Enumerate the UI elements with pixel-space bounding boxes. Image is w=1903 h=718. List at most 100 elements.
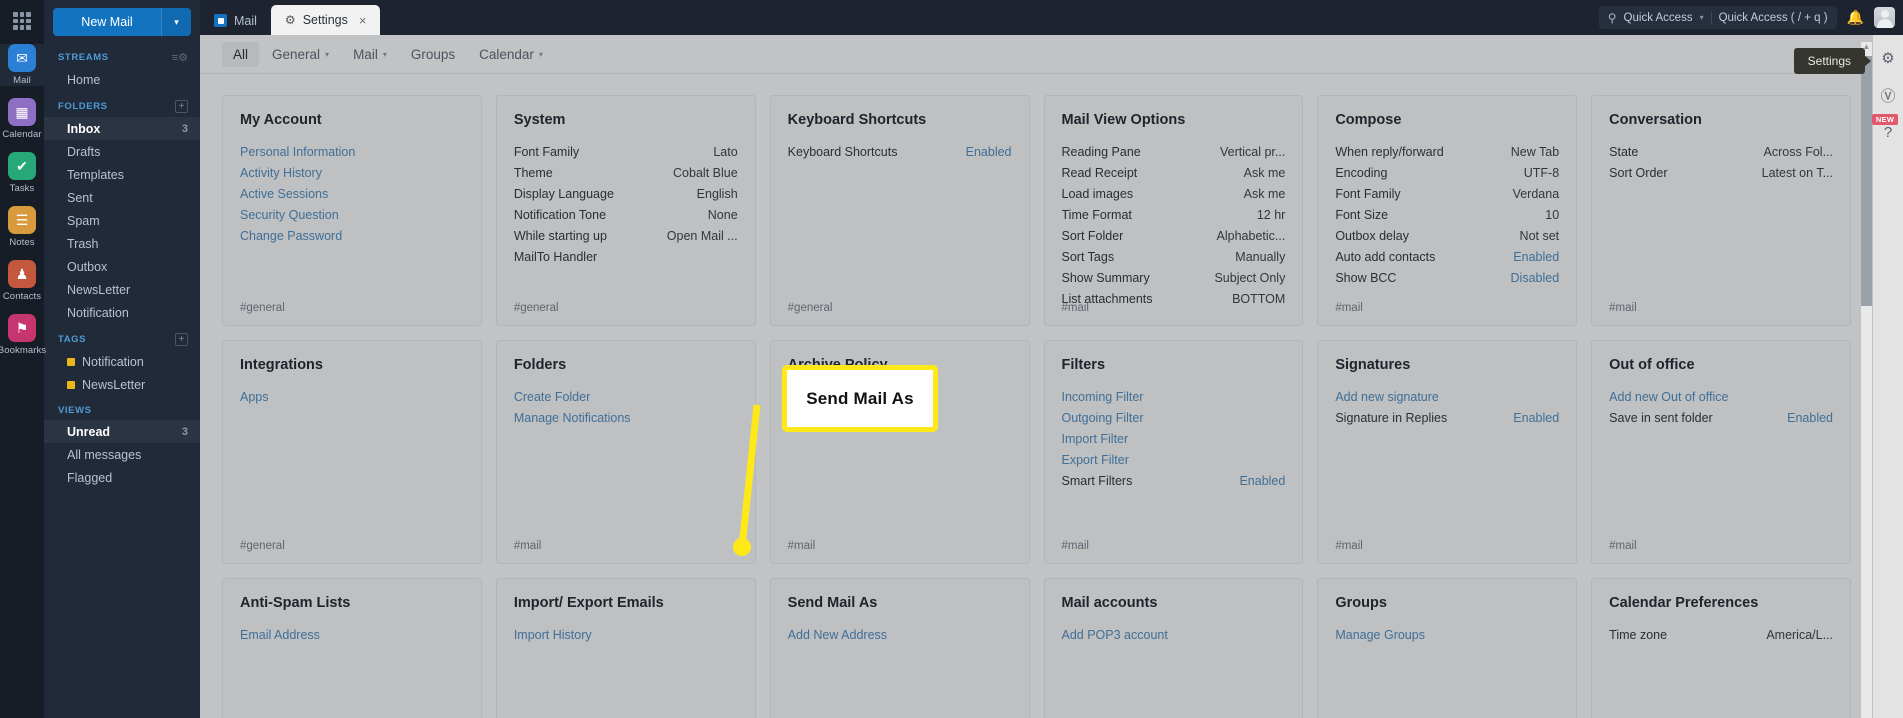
card-link[interactable]: Create Folder	[514, 390, 738, 404]
card-link[interactable]: Outgoing Filter	[1062, 411, 1286, 425]
card-setting-row[interactable]: Time Format 12 hr	[1062, 208, 1286, 222]
app-rail-item-contacts[interactable]: ♟ Contacts	[0, 260, 44, 302]
setting-value[interactable]: Enabled	[966, 145, 1012, 159]
sidebar-item-inbox[interactable]: Inbox 3	[44, 117, 200, 140]
card-setting-row[interactable]: Save in sent folder Enabled	[1609, 411, 1833, 425]
add-folder-icon[interactable]: +	[175, 100, 188, 113]
setting-value[interactable]: English	[697, 187, 738, 201]
sidebar-item-home[interactable]: Home	[44, 68, 200, 91]
setting-value[interactable]: America/L...	[1766, 628, 1833, 642]
settings-category-mail[interactable]: Mail ▾	[342, 42, 398, 67]
vivaldi-logo-icon[interactable]: Ⓥ	[1880, 85, 1895, 106]
setting-value[interactable]: Enabled	[1787, 411, 1833, 425]
setting-value[interactable]: Manually	[1235, 250, 1285, 264]
card-link[interactable]: Add new signature	[1335, 390, 1559, 404]
app-rail-item-mail[interactable]: ✉ Mail	[0, 44, 44, 86]
setting-value[interactable]: None	[708, 208, 738, 222]
notifications-bell-icon[interactable]: 🔔	[1847, 9, 1864, 26]
sidebar-item-sent[interactable]: Sent	[44, 186, 200, 209]
card-link[interactable]: Export Filter	[1062, 453, 1286, 467]
setting-value[interactable]: Lato	[713, 145, 737, 159]
card-link[interactable]: Email Address	[240, 628, 464, 642]
sidebar-item-all-messages[interactable]: All messages	[44, 443, 200, 466]
app-rail-item-calendar[interactable]: ▦ Calendar	[0, 98, 44, 140]
card-link[interactable]: Activity History	[240, 166, 464, 180]
card-setting-row[interactable]: Font Family Lato	[514, 145, 738, 159]
setting-value[interactable]: Across Fol...	[1764, 145, 1833, 159]
card-link[interactable]: Add POP3 account	[1062, 628, 1286, 642]
quick-access-button[interactable]: ⚲ Quick Access ▾ Quick Access ( / + q )	[1598, 6, 1837, 29]
card-setting-row[interactable]: List attachments BOTTOM	[1062, 292, 1286, 306]
filter-settings-icon[interactable]: ≡⚙	[172, 51, 188, 64]
card-setting-row[interactable]: Auto add contacts Enabled	[1335, 250, 1559, 264]
sidebar-item-outbox[interactable]: Outbox	[44, 255, 200, 278]
sidebar-item-newsletter[interactable]: NewsLetter	[44, 278, 200, 301]
setting-value[interactable]: Enabled	[1513, 411, 1559, 425]
app-rail-item-notes[interactable]: ☰ Notes	[0, 206, 44, 248]
scrollbar-thumb[interactable]	[1861, 56, 1872, 306]
card-setting-row[interactable]: Show BCC Disabled	[1335, 271, 1559, 285]
card-setting-row[interactable]: Smart Filters Enabled	[1062, 474, 1286, 488]
card-link[interactable]: Import History	[514, 628, 738, 642]
settings-category-groups[interactable]: Groups	[400, 42, 466, 67]
tab-mail[interactable]: Mail	[200, 6, 271, 35]
settings-category-calendar[interactable]: Calendar ▾	[468, 42, 554, 67]
sidebar-item-spam[interactable]: Spam	[44, 209, 200, 232]
settings-category-all[interactable]: All	[222, 41, 260, 67]
setting-value[interactable]: Cobalt Blue	[673, 166, 738, 180]
card-setting-row[interactable]: Signature in Replies Enabled	[1335, 411, 1559, 425]
card-link[interactable]: Active Sessions	[240, 187, 464, 201]
card-link[interactable]: Add New Address	[788, 628, 1012, 642]
card-setting-row[interactable]: Sort Folder Alphabetic...	[1062, 229, 1286, 243]
setting-value[interactable]: 12 hr	[1257, 208, 1286, 222]
card-setting-row[interactable]: Notification Tone None	[514, 208, 738, 222]
setting-value[interactable]: Not set	[1520, 229, 1560, 243]
card-setting-row[interactable]: Display Language English	[514, 187, 738, 201]
setting-value[interactable]: New Tab	[1511, 145, 1559, 159]
app-rail-item-bookmarks[interactable]: ⚑ Bookmarks	[0, 314, 46, 356]
card-link[interactable]: Manage Notifications	[514, 411, 738, 425]
setting-value[interactable]: Verdana	[1513, 187, 1560, 201]
app-rail-item-tasks[interactable]: ✔ Tasks	[0, 152, 44, 194]
new-mail-button[interactable]: New Mail ▾	[53, 8, 191, 36]
sidebar-item-templates[interactable]: Templates	[44, 163, 200, 186]
card-setting-row[interactable]: Load images Ask me	[1062, 187, 1286, 201]
card-setting-row[interactable]: When reply/forward New Tab	[1335, 145, 1559, 159]
sidebar-item-drafts[interactable]: Drafts	[44, 140, 200, 163]
close-icon[interactable]: ×	[359, 13, 367, 28]
card-setting-row[interactable]: Keyboard Shortcuts Enabled	[788, 145, 1012, 159]
setting-value[interactable]: Enabled	[1513, 250, 1559, 264]
app-grid-icon[interactable]	[11, 10, 33, 32]
card-link[interactable]: Change Password	[240, 229, 464, 243]
card-setting-row[interactable]: While starting up Open Mail ...	[514, 229, 738, 243]
gear-icon[interactable]: ⚙	[1881, 49, 1894, 67]
setting-value[interactable]: UTF-8	[1524, 166, 1559, 180]
sidebar-item-flagged[interactable]: Flagged	[44, 466, 200, 489]
card-link[interactable]: Apps	[240, 390, 464, 404]
card-setting-row[interactable]: Sort Order Latest on T...	[1609, 166, 1833, 180]
card-setting-row[interactable]: State Across Fol...	[1609, 145, 1833, 159]
card-setting-row[interactable]: Reading Pane Vertical pr...	[1062, 145, 1286, 159]
setting-value[interactable]: Enabled	[1239, 474, 1285, 488]
card-setting-row[interactable]: Font Family Verdana	[1335, 187, 1559, 201]
card-setting-row[interactable]: Sort Tags Manually	[1062, 250, 1286, 264]
setting-value[interactable]: Disabled	[1511, 271, 1560, 285]
card-link[interactable]: Add new Out of office	[1609, 390, 1833, 404]
card-link[interactable]: Security Question	[240, 208, 464, 222]
setting-value[interactable]: Latest on T...	[1762, 166, 1833, 180]
card-link[interactable]: Personal Information	[240, 145, 464, 159]
setting-value[interactable]: Ask me	[1244, 187, 1286, 201]
add-tag-icon[interactable]: +	[175, 333, 188, 346]
card-link[interactable]: Import Filter	[1062, 432, 1286, 446]
card-link[interactable]: Incoming Filter	[1062, 390, 1286, 404]
setting-value[interactable]: Ask me	[1244, 166, 1286, 180]
setting-value[interactable]: Subject Only	[1214, 271, 1285, 285]
sidebar-item-notification[interactable]: Notification	[44, 301, 200, 324]
card-setting-row[interactable]: Encoding UTF-8	[1335, 166, 1559, 180]
settings-category-general[interactable]: General ▾	[261, 42, 340, 67]
sidebar-tag-notification[interactable]: Notification	[44, 350, 200, 373]
card-setting-row[interactable]: Theme Cobalt Blue	[514, 166, 738, 180]
setting-value[interactable]: Vertical pr...	[1220, 145, 1285, 159]
setting-value[interactable]: Alphabetic...	[1217, 229, 1286, 243]
sidebar-tag-newsletter[interactable]: NewsLetter	[44, 373, 200, 396]
